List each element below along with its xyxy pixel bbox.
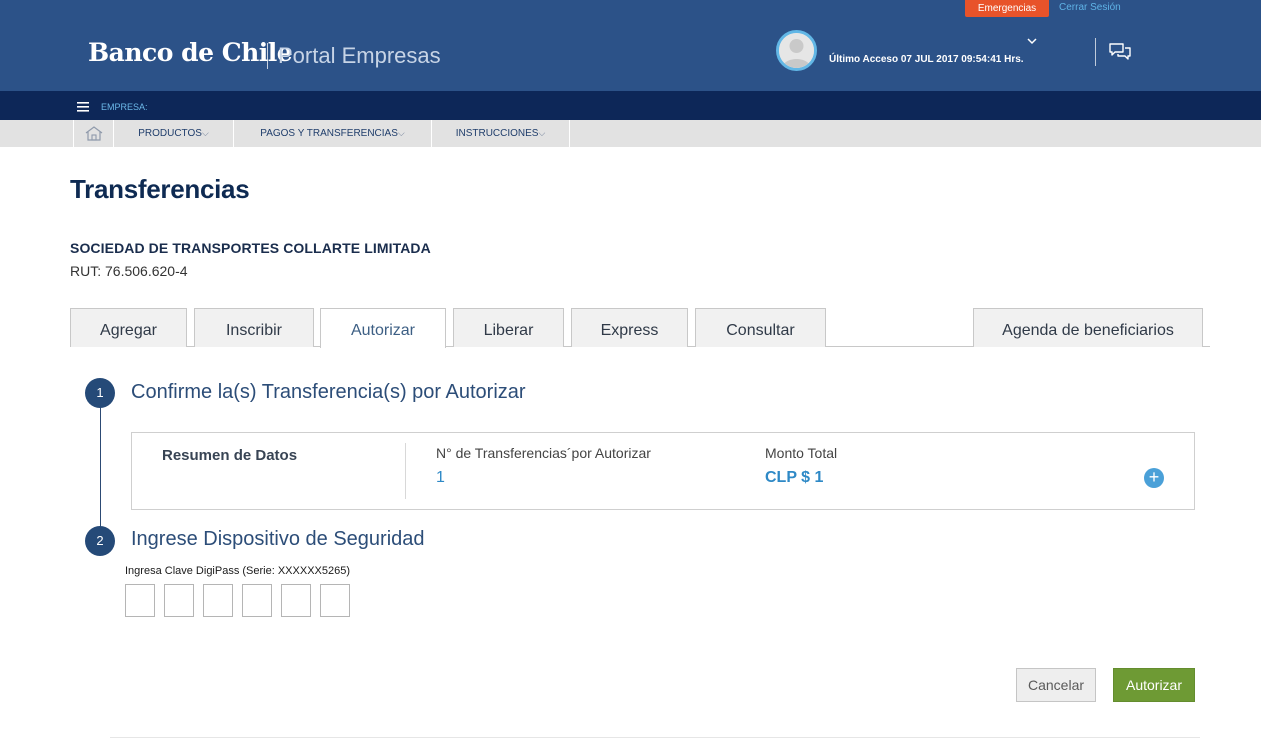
chevron-down-icon: ⌵ xyxy=(201,128,209,138)
company-label[interactable]: EMPRESA: xyxy=(101,102,148,113)
tab-inscribir[interactable]: Inscribir xyxy=(194,308,314,347)
nav-productos[interactable]: PRODUCTOS⌵ xyxy=(113,120,233,147)
digipass-digit-4[interactable] xyxy=(242,584,272,617)
nav-instrucciones[interactable]: INSTRUCCIONES⌵ xyxy=(431,120,570,147)
tab-consultar[interactable]: Consultar xyxy=(695,308,826,347)
avatar-icon[interactable] xyxy=(776,30,817,71)
authorize-button[interactable]: Autorizar xyxy=(1113,668,1195,702)
tab-liberar[interactable]: Liberar xyxy=(453,308,564,347)
digipass-digit-2[interactable] xyxy=(164,584,194,617)
bank-logo[interactable]: Banco de Chile xyxy=(88,36,293,70)
cancel-button[interactable]: Cancelar xyxy=(1016,668,1096,702)
portal-title: Portal Empresas xyxy=(278,43,441,68)
chevron-down-icon: ⌵ xyxy=(397,128,405,138)
hamburger-icon[interactable] xyxy=(77,102,89,112)
digipass-digit-5[interactable] xyxy=(281,584,311,617)
step-2-badge: 2 xyxy=(85,526,115,556)
digipass-digit-6[interactable] xyxy=(320,584,350,617)
digipass-digit-3[interactable] xyxy=(203,584,233,617)
footer-divider xyxy=(110,737,1200,738)
page-title: Transferencias xyxy=(70,174,250,204)
step-2-title: Ingrese Dispositivo de Seguridad xyxy=(131,528,425,550)
transfer-count-value: 1 xyxy=(436,469,445,486)
summary-panel xyxy=(131,432,1195,510)
home-icon xyxy=(85,126,103,141)
emergency-button[interactable]: Emergencias xyxy=(965,0,1049,17)
digipass-digit-1[interactable] xyxy=(125,584,155,617)
nav-productos-label: PRODUCTOS xyxy=(138,128,202,139)
nav-instrucciones-label: INSTRUCCIONES xyxy=(455,128,539,139)
company-rut: RUT: 76.506.620-4 xyxy=(70,263,188,279)
nav-pagos-label: PAGOS Y TRANSFERENCIAS xyxy=(260,128,398,139)
tab-autorizar[interactable]: Autorizar xyxy=(320,308,446,348)
tab-agregar[interactable]: Agregar xyxy=(70,308,187,347)
summary-heading: Resumen de Datos xyxy=(162,447,298,464)
chevron-down-icon[interactable] xyxy=(1025,36,1039,46)
tab-agenda-beneficiarios[interactable]: Agenda de beneficiarios xyxy=(973,308,1203,347)
tab-express[interactable]: Express xyxy=(571,308,688,347)
plus-circle-icon[interactable]: + xyxy=(1144,468,1164,488)
home-nav-button[interactable] xyxy=(73,120,113,147)
nav-pagos-transferencias[interactable]: PAGOS Y TRANSFERENCIAS⌵ xyxy=(233,120,431,147)
chevron-down-icon: ⌵ xyxy=(538,128,546,138)
step-connector xyxy=(100,394,101,540)
chat-icon[interactable] xyxy=(1108,42,1132,62)
digipass-label: Ingresa Clave DigiPass (Serie: XXXXXX526… xyxy=(125,565,350,577)
summary-divider xyxy=(405,443,406,499)
company-bar xyxy=(0,91,1261,120)
step-1-badge: 1 xyxy=(85,378,115,408)
logo-divider xyxy=(267,43,268,69)
step-1-title: Confirme la(s) Transferencia(s) por Auto… xyxy=(131,381,526,403)
transfer-count-label: N° de Transferencias´por Autorizar xyxy=(436,445,651,461)
logout-link[interactable]: Cerrar Sesión xyxy=(1059,2,1121,13)
company-name: SOCIEDAD DE TRANSPORTES COLLARTE LIMITAD… xyxy=(70,240,431,256)
total-amount-value: CLP $ 1 xyxy=(765,469,824,486)
total-amount-label: Monto Total xyxy=(765,445,838,461)
header-divider xyxy=(1095,38,1096,66)
last-access-text: Último Acceso 07 JUL 2017 09:54:41 Hrs. xyxy=(829,54,1024,65)
